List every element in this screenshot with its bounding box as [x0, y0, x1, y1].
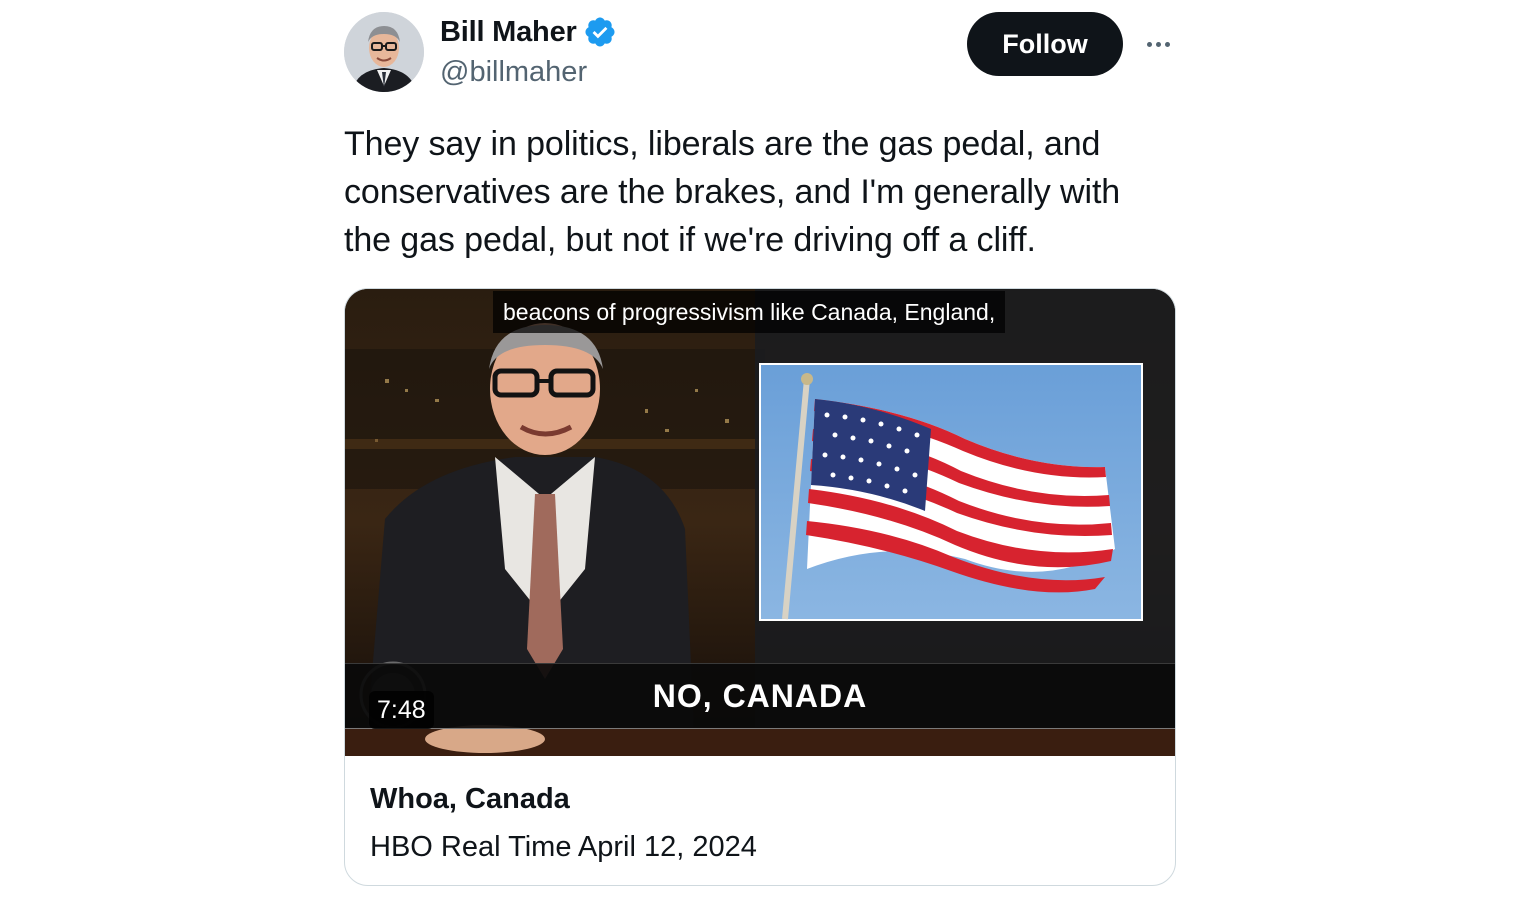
tweet-text: They say in politics, liberals are the g…	[344, 125, 1121, 259]
more-dot	[1146, 41, 1152, 47]
verified-badge-icon	[585, 17, 615, 47]
video-duration-badge: 7:48	[369, 691, 434, 729]
author-name-row: Bill Maher	[440, 12, 617, 52]
author-handle[interactable]: @billmaher	[440, 52, 587, 92]
more-dot	[1164, 41, 1170, 47]
avatar-image	[344, 12, 424, 92]
more-options-icon[interactable]	[1140, 26, 1176, 62]
video-caption: beacons of progressivism like Canada, En…	[493, 291, 1006, 333]
avatar[interactable]	[344, 12, 424, 92]
video-banner: NO, CANADA	[345, 663, 1175, 729]
card-meta: Whoa, Canada HBO Real Time April 12, 202…	[370, 779, 757, 867]
card-title: Whoa, Canada	[370, 783, 570, 815]
video-player[interactable]: beacons of progressivism like Canada, En…	[345, 289, 1175, 756]
video-banner-text: NO, CANADA	[652, 678, 868, 714]
card-subtitle: HBO Real Time April 12, 2024	[370, 831, 757, 863]
follow-button[interactable]: Follow	[967, 12, 1123, 76]
tweet: Bill Maher @billmaher Follow They say in…	[344, 0, 1176, 898]
media-card[interactable]: beacons of progressivism like Canada, En…	[344, 288, 1176, 886]
more-dot	[1155, 41, 1161, 47]
author-display-name[interactable]: Bill Maher	[440, 12, 577, 52]
